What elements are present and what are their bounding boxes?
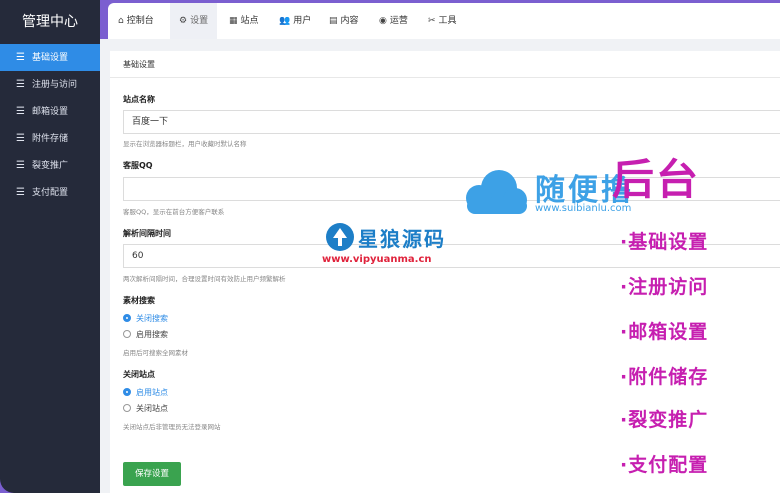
users-icon: 👥 — [279, 16, 291, 26]
grid-icon: ▦ — [229, 16, 238, 26]
close-site-hint: 关闭站点后非管理员无法登录网站 — [123, 423, 221, 431]
xinglang-watermark-url: www.vipyuanma.cn — [322, 254, 432, 265]
sidebar-item-label: 裂变推广 — [32, 161, 69, 171]
sidebar-item-payment[interactable]: ☰ 支付配置 — [0, 179, 100, 206]
tab-label: 工具 — [438, 16, 457, 26]
tab-dashboard[interactable]: ⌂ 控制台 — [118, 3, 154, 39]
radio-label: 关闭站点 — [136, 404, 168, 413]
top-nav: ⌂ 控制台 ⚙ 设置 ▦ 站点 👥 用户 ▤ 内容 ◉ 运营 ✂ 工具 — [108, 3, 780, 39]
menu-lines-icon: ☰ — [16, 79, 25, 90]
radio-dot — [123, 330, 131, 338]
radio-search-on[interactable]: 启用搜索 — [123, 329, 168, 340]
radio-dot — [123, 314, 131, 322]
overlay-feature-item: ·裂变推广 — [620, 409, 709, 431]
sidebar-item-basic-settings[interactable]: ☰ 基础设置 — [0, 44, 100, 71]
tools-icon: ✂ — [428, 16, 436, 26]
target-icon: ◉ — [379, 16, 387, 26]
overlay-feature-item: ·支付配置 — [620, 454, 709, 476]
radio-label: 启用搜索 — [136, 330, 168, 339]
search-hint: 启用后可搜索全网素材 — [123, 349, 188, 357]
site-name-input[interactable]: 百度一下 — [123, 110, 780, 134]
search-label: 素材搜索 — [123, 296, 155, 305]
overlay-feature-item: ·注册访问 — [620, 276, 709, 298]
radio-label: 关闭搜索 — [136, 314, 168, 323]
overlay-feature-item: ·附件储存 — [620, 366, 709, 388]
radio-dot — [123, 404, 131, 412]
close-site-label: 关闭站点 — [123, 370, 155, 379]
tab-settings[interactable]: ⚙ 设置 — [170, 3, 218, 39]
tab-label: 用户 — [293, 16, 312, 26]
document-icon: ▤ — [329, 16, 338, 26]
menu-lines-icon: ☰ — [16, 133, 25, 144]
site-name-label: 站点名称 — [123, 95, 155, 104]
sidebar: 管理中心 ☰ 基础设置 ☰ 注册与访问 ☰ 邮箱设置 ☰ 附件存储 ☰ 裂变推广 ☰ 支付配… — [0, 0, 100, 493]
menu-lines-icon: ☰ — [16, 106, 25, 117]
tab-label: 控制台 — [126, 16, 154, 26]
panel-title: 基础设置 — [110, 51, 780, 78]
app-window: 管理中心 ☰ 基础设置 ☰ 注册与访问 ☰ 邮箱设置 ☰ 附件存储 ☰ 裂变推广 ☰ 支付配… — [0, 0, 780, 493]
tab-content[interactable]: ▤ 内容 — [329, 3, 359, 39]
tab-users[interactable]: 👥 用户 — [279, 3, 311, 39]
gear-icon: ⚙ — [179, 16, 188, 26]
sidebar-item-label: 支付配置 — [32, 188, 69, 198]
menu-lines-icon: ☰ — [16, 187, 25, 198]
tab-label: 内容 — [340, 16, 359, 26]
sidebar-item-label: 附件存储 — [32, 134, 69, 144]
menu-lines-icon: ☰ — [16, 52, 25, 63]
overlay-feature-item: ·邮箱设置 — [620, 321, 709, 343]
tab-operations[interactable]: ◉ 运营 — [379, 3, 408, 39]
radio-site-closed[interactable]: 关闭站点 — [123, 403, 168, 414]
radio-search-off[interactable]: 关闭搜索 — [123, 313, 168, 324]
sidebar-item-label: 注册与访问 — [32, 80, 78, 90]
tab-tools[interactable]: ✂ 工具 — [428, 3, 457, 39]
menu-lines-icon: ☰ — [16, 160, 25, 171]
tab-label: 站点 — [240, 16, 259, 26]
radio-site-enabled[interactable]: 启用站点 — [123, 387, 168, 398]
sidebar-item-email-settings[interactable]: ☰ 邮箱设置 — [0, 98, 100, 125]
save-button[interactable]: 保存设置 — [123, 462, 181, 486]
qq-label: 客服QQ — [123, 161, 153, 170]
sidebar-item-referral[interactable]: ☰ 裂变推广 — [0, 152, 100, 179]
cloud-logo-icon — [466, 170, 527, 214]
tab-sites[interactable]: ▦ 站点 — [229, 3, 259, 39]
xinglang-logo-icon — [326, 223, 354, 251]
sidebar-item-label: 基础设置 — [32, 53, 69, 63]
sidebar-title: 管理中心 — [22, 14, 78, 30]
sidebar-item-label: 邮箱设置 — [32, 107, 69, 117]
qq-hint: 客服QQ，显示在前台方便客户联系 — [123, 208, 225, 216]
xinglang-watermark-name: 星狼源码 — [358, 227, 446, 251]
overlay-title: 后台 — [612, 155, 701, 204]
tab-label: 设置 — [190, 16, 209, 26]
site-name-hint: 显示在浏览器标题栏，用户收藏时默认名称 — [123, 140, 247, 148]
interval-label: 解析间隔时间 — [123, 229, 171, 238]
overlay-feature-item: ·基础设置 — [620, 231, 709, 253]
interval-hint: 两次解析间隔时间，合理设置时间有效防止用户频繁解析 — [123, 275, 286, 283]
radio-dot — [123, 388, 131, 396]
home-icon: ⌂ — [118, 16, 124, 26]
radio-label: 启用站点 — [136, 388, 168, 397]
tab-label: 运营 — [389, 16, 408, 26]
sidebar-item-attachment-storage[interactable]: ☰ 附件存储 — [0, 125, 100, 152]
sidebar-item-register-access[interactable]: ☰ 注册与访问 — [0, 71, 100, 98]
